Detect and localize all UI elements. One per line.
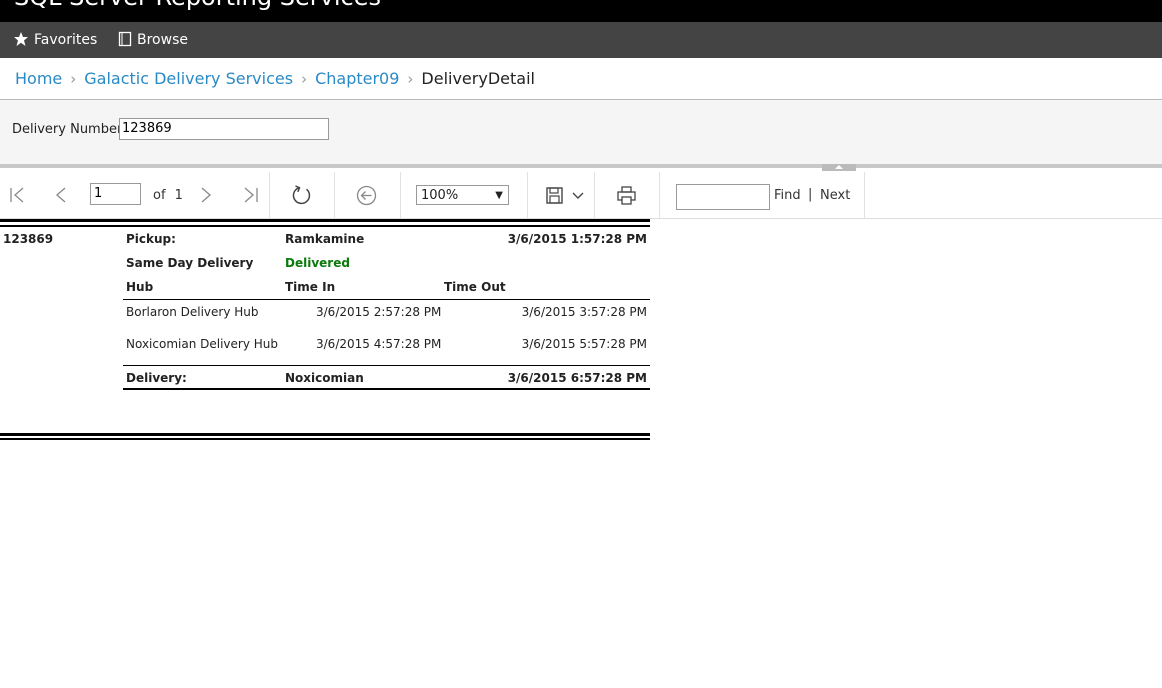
last-page-icon — [244, 187, 258, 203]
nav-bar: Favorites Browse — [0, 22, 1162, 58]
chevron-right-icon: › — [301, 70, 308, 88]
pickup-time: 3/6/2015 1:57:28 PM — [507, 232, 647, 246]
of-label: of — [153, 188, 166, 203]
title-bar: SQL Server Reporting Services — [0, 0, 1162, 22]
parameter-splitter — [0, 164, 1162, 168]
next-page-button[interactable] — [201, 187, 213, 207]
service-type: Same Day Delivery — [126, 256, 254, 270]
col-header-time-out: Time Out — [444, 280, 506, 294]
breadcrumb-bar: Home › Galactic Delivery Services › Chapter0… — [0, 58, 1162, 100]
hub-time-in: 3/6/2015 4:57:28 PM — [316, 337, 442, 351]
delivery-planet: Noxicomian — [285, 371, 364, 385]
chevron-left-icon — [56, 187, 66, 203]
first-page-icon — [10, 187, 24, 203]
hub-time-in: 3/6/2015 2:57:28 PM — [316, 305, 442, 319]
page-number-input[interactable] — [90, 183, 141, 205]
find-next-button[interactable]: Next — [820, 188, 850, 203]
find-text-input[interactable] — [676, 184, 770, 210]
pickup-label: Pickup: — [126, 232, 176, 246]
delivery-number: 123869 — [3, 232, 54, 246]
zoom-select[interactable]: 100% ▼ — [416, 185, 509, 205]
col-header-hub: Hub — [126, 280, 154, 294]
first-page-button[interactable] — [9, 187, 25, 207]
hub-name: Noxicomian Delivery Hub — [126, 337, 278, 351]
nav-favorites[interactable]: Favorites — [13, 22, 97, 58]
chevron-down-icon — [572, 192, 584, 199]
delivery-status: Delivered — [285, 256, 350, 270]
bottom-rule-second — [0, 438, 650, 440]
top-double-rule — [0, 219, 650, 222]
breadcrumb-current: DeliveryDetail — [421, 69, 535, 88]
bottom-double-rule — [0, 433, 650, 436]
nav-favorites-label: Favorites — [34, 32, 98, 48]
print-button[interactable] — [617, 186, 636, 209]
hub-time-out: 3/6/2015 5:57:28 PM — [521, 337, 647, 351]
zoom-value: 100% — [421, 188, 459, 203]
star-icon — [14, 32, 28, 46]
save-icon — [546, 187, 563, 204]
export-button[interactable] — [546, 187, 584, 208]
header-rule — [123, 299, 650, 300]
chevron-right-icon: › — [70, 70, 77, 88]
delivery-time: 3/6/2015 6:57:28 PM — [507, 371, 647, 385]
collapse-parameters-button[interactable] — [822, 164, 856, 171]
refresh-button[interactable] — [291, 185, 312, 210]
pickup-planet: Ramkamine — [285, 232, 365, 246]
previous-page-button[interactable] — [54, 187, 66, 207]
refresh-icon — [292, 185, 311, 205]
parameter-pane: Delivery Number — [0, 100, 1162, 164]
printer-icon — [617, 186, 636, 205]
chevron-right-icon: › — [407, 70, 414, 88]
breadcrumb-home[interactable]: Home — [15, 69, 62, 88]
app-title: SQL Server Reporting Services — [14, 0, 381, 11]
back-to-parent-button[interactable] — [356, 185, 377, 210]
total-pages: 1 — [174, 188, 183, 203]
nav-browse-label: Browse — [137, 32, 188, 48]
find-button[interactable]: Find — [774, 188, 801, 203]
footer-bottom-rule — [123, 388, 650, 390]
breadcrumb-galactic-delivery-services[interactable]: Galactic Delivery Services — [84, 69, 293, 88]
page-count-label: of 1 — [153, 188, 183, 203]
nav-browse[interactable]: Browse — [118, 22, 188, 58]
document-icon — [118, 31, 132, 47]
dropdown-arrow-icon: ▼ — [495, 190, 503, 201]
back-arrow-icon — [356, 185, 377, 206]
delivery-label: Delivery: — [126, 371, 187, 385]
top-rule-second — [0, 225, 650, 227]
footer-top-rule — [123, 365, 650, 366]
report-toolbar: of 1 100% ▼ Find | Next — [0, 172, 1162, 219]
find-separator: | — [808, 187, 813, 202]
delivery-number-label: Delivery Number — [12, 122, 123, 137]
last-page-button[interactable] — [243, 187, 259, 207]
hub-time-out: 3/6/2015 3:57:28 PM — [521, 305, 647, 319]
breadcrumb: Home › Galactic Delivery Services › Chapter0… — [15, 69, 535, 88]
breadcrumb-chapter09[interactable]: Chapter09 — [315, 69, 399, 88]
col-header-time-in: Time In — [285, 280, 336, 294]
chevron-right-icon — [201, 187, 211, 203]
delivery-number-input[interactable] — [119, 118, 329, 140]
hub-name: Borlaron Delivery Hub — [126, 305, 259, 319]
